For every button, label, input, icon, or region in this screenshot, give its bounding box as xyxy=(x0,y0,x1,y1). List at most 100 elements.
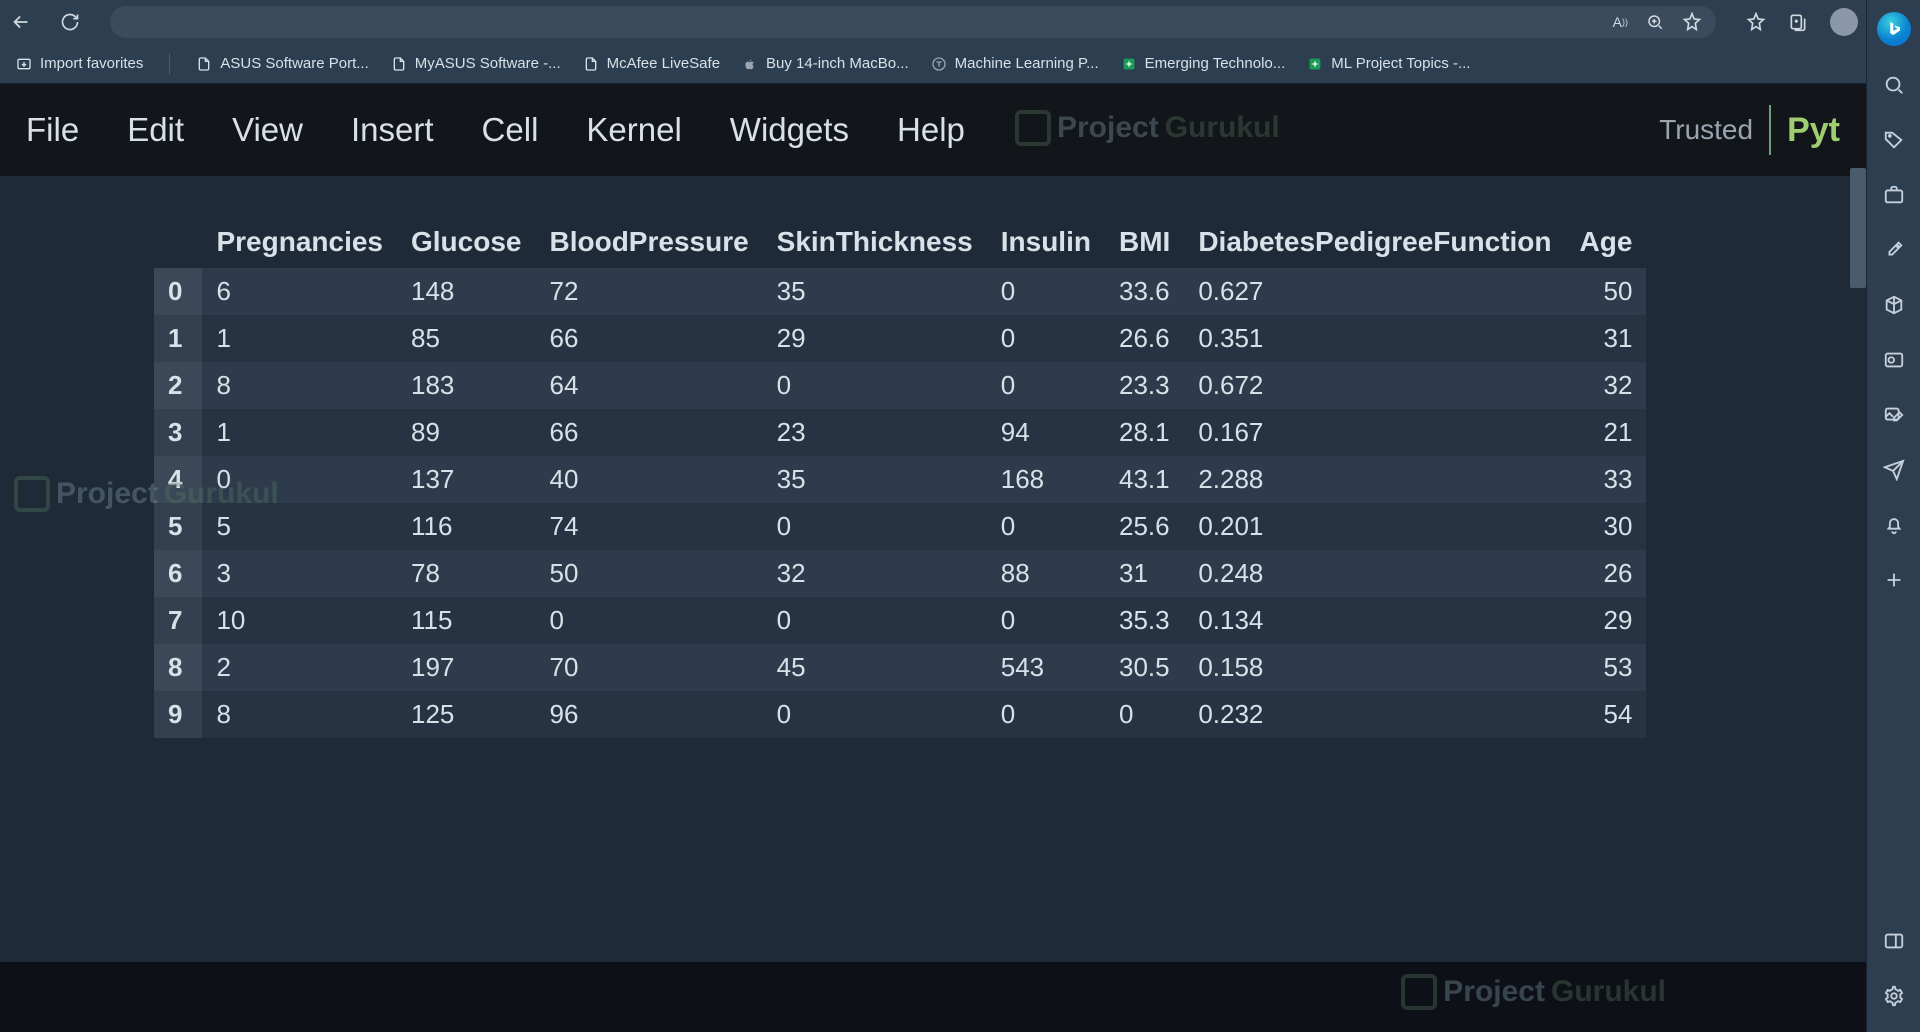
cell: 26.6 xyxy=(1105,315,1184,362)
import-favorites-button[interactable]: Import favorites xyxy=(16,55,143,72)
bookmark-item[interactable]: Machine Learning P... xyxy=(931,55,1099,72)
row-index: 2 xyxy=(154,362,202,409)
cell: 6 xyxy=(202,268,397,315)
favorites-list-icon[interactable] xyxy=(1746,12,1766,32)
cell: 74 xyxy=(535,503,762,550)
outlook-icon[interactable] xyxy=(1883,349,1905,376)
cell: 30 xyxy=(1566,503,1647,550)
col-header: SkinThickness xyxy=(763,216,987,268)
cell: 32 xyxy=(1566,362,1647,409)
menu-view[interactable]: View xyxy=(232,111,303,149)
bookmark-label: Buy 14-inch MacBo... xyxy=(766,55,909,72)
watermark-text-1: Project xyxy=(1057,111,1159,145)
address-bar[interactable]: A)) xyxy=(110,6,1716,38)
tag-icon[interactable] xyxy=(1883,129,1905,156)
watermark-text-1: Project xyxy=(1443,975,1545,1009)
cell: 0.248 xyxy=(1184,550,1565,597)
page-icon xyxy=(583,56,599,72)
cell: 85 xyxy=(397,315,535,362)
zoom-icon[interactable] xyxy=(1646,13,1664,31)
sheet-icon xyxy=(1121,56,1137,72)
cell: 543 xyxy=(987,644,1105,691)
cell: 2 xyxy=(202,644,397,691)
cell: 53 xyxy=(1566,644,1647,691)
cell: 23.3 xyxy=(1105,362,1184,409)
cell: 1 xyxy=(202,315,397,362)
collections-icon[interactable] xyxy=(1788,12,1808,32)
menu-edit[interactable]: Edit xyxy=(127,111,184,149)
cell: 183 xyxy=(397,362,535,409)
favorite-star-icon[interactable] xyxy=(1682,12,1702,32)
bookmark-item[interactable]: Buy 14-inch MacBo... xyxy=(742,55,909,72)
cell: 0 xyxy=(763,597,987,644)
cell: 0.167 xyxy=(1184,409,1565,456)
row-index: 4 xyxy=(154,456,202,503)
image-edit-icon[interactable] xyxy=(1883,404,1905,431)
table-header-row: Pregnancies Glucose BloodPressure SkinTh… xyxy=(154,216,1646,268)
cell: 31 xyxy=(1105,550,1184,597)
cell: 0 xyxy=(763,691,987,738)
menu-file[interactable]: File xyxy=(26,111,79,149)
plus-icon[interactable] xyxy=(1883,569,1905,596)
profile-avatar[interactable] xyxy=(1830,8,1858,36)
cube-icon[interactable] xyxy=(1883,294,1905,321)
cell: 25.6 xyxy=(1105,503,1184,550)
cell: 0.672 xyxy=(1184,362,1565,409)
watermark-text-2: Gurukul xyxy=(1551,975,1666,1009)
menu-help[interactable]: Help xyxy=(897,111,965,149)
cell: 137 xyxy=(397,456,535,503)
cell: 0.627 xyxy=(1184,268,1565,315)
cell: 3 xyxy=(202,550,397,597)
table-row: 28183640023.30.67232 xyxy=(154,362,1646,409)
row-index: 1 xyxy=(154,315,202,362)
edge-sidebar xyxy=(1866,0,1920,1032)
watermark-text-2: Gurukul xyxy=(1165,111,1280,145)
gear-icon[interactable] xyxy=(1883,985,1905,1012)
menu-insert[interactable]: Insert xyxy=(351,111,434,149)
cell: 116 xyxy=(397,503,535,550)
row-index: 8 xyxy=(154,644,202,691)
notebook-output: Pregnancies Glucose BloodPressure SkinTh… xyxy=(0,176,1866,738)
page-footer: Project Gurukul xyxy=(0,962,1866,1032)
bookmark-item[interactable]: Emerging Technolo... xyxy=(1121,55,1286,72)
read-aloud-icon[interactable]: A)) xyxy=(1613,14,1628,30)
bookmark-item[interactable]: ML Project Topics -... xyxy=(1307,55,1470,72)
tools-icon[interactable] xyxy=(1883,239,1905,266)
menu-kernel[interactable]: Kernel xyxy=(586,111,681,149)
menu-cell[interactable]: Cell xyxy=(482,111,539,149)
cell: 197 xyxy=(397,644,535,691)
row-index: 3 xyxy=(154,409,202,456)
row-index: 6 xyxy=(154,550,202,597)
table-row: 061487235033.60.62750 xyxy=(154,268,1646,315)
bookmark-item[interactable]: McAfee LiveSafe xyxy=(583,55,720,72)
bing-icon[interactable] xyxy=(1877,12,1911,46)
watermark-logo: Project Gurukul xyxy=(1401,974,1666,1010)
cell: 66 xyxy=(535,315,762,362)
back-icon[interactable] xyxy=(10,11,32,33)
trusted-label[interactable]: Trusted xyxy=(1659,114,1753,146)
scrollbar-vertical[interactable] xyxy=(1850,168,1866,288)
index-header xyxy=(154,216,202,268)
cell: 33.6 xyxy=(1105,268,1184,315)
briefcase-icon[interactable] xyxy=(1883,184,1905,211)
cell: 0 xyxy=(202,456,397,503)
cell: 0 xyxy=(987,503,1105,550)
cell: 26 xyxy=(1566,550,1647,597)
bell-icon[interactable] xyxy=(1883,514,1905,541)
kernel-name[interactable]: Pyt xyxy=(1787,111,1840,150)
menu-widgets[interactable]: Widgets xyxy=(730,111,849,149)
bookmark-item[interactable]: MyASUS Software -... xyxy=(391,55,561,72)
cell: 10 xyxy=(202,597,397,644)
panel-icon[interactable] xyxy=(1883,930,1905,957)
bookmark-item[interactable]: ASUS Software Port... xyxy=(196,55,368,72)
col-header: Pregnancies xyxy=(202,216,397,268)
cell: 0.158 xyxy=(1184,644,1565,691)
send-icon[interactable] xyxy=(1883,459,1905,486)
cell: 78 xyxy=(397,550,535,597)
table-row: 98125960000.23254 xyxy=(154,691,1646,738)
search-icon[interactable] xyxy=(1883,74,1905,101)
sheet-icon xyxy=(1307,56,1323,72)
refresh-icon[interactable] xyxy=(60,12,80,32)
cell: 21 xyxy=(1566,409,1647,456)
cell: 23 xyxy=(763,409,987,456)
